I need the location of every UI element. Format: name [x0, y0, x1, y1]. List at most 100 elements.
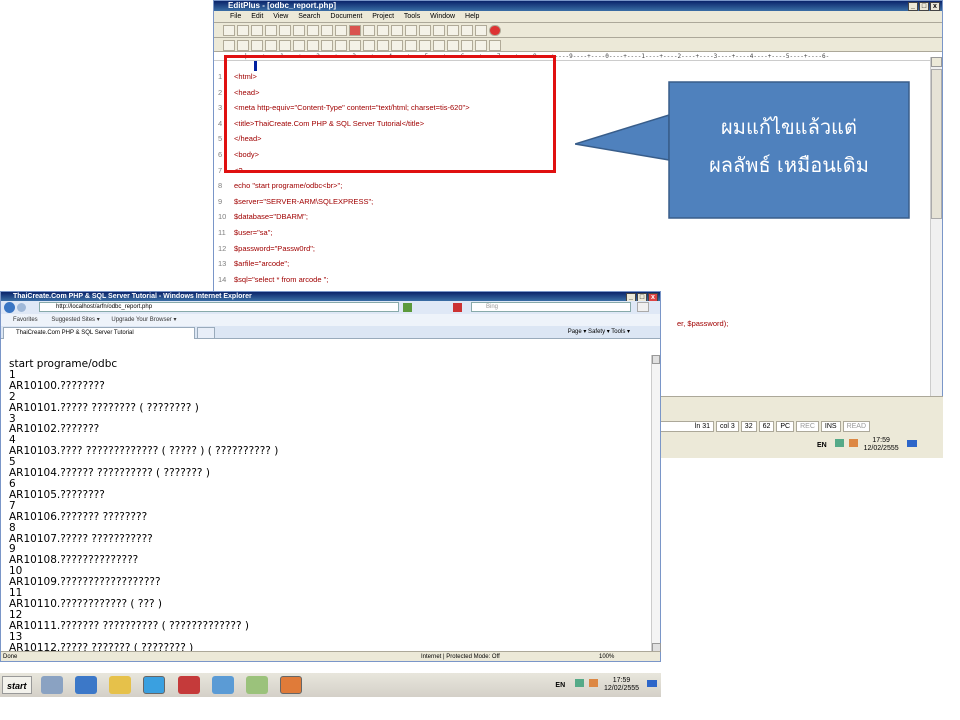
style-icon[interactable]	[461, 40, 473, 51]
menu-view[interactable]: View	[273, 13, 288, 20]
tray-network-icon[interactable]	[834, 438, 844, 447]
explorer-folder-icon[interactable]	[109, 676, 132, 694]
spellcheck-icon[interactable]	[293, 25, 305, 36]
preview-icon[interactable]	[489, 40, 501, 51]
menu-tools[interactable]: Tools	[404, 13, 420, 20]
list-icon[interactable]	[419, 40, 431, 51]
open-file-icon[interactable]	[237, 25, 249, 36]
center-icon[interactable]	[363, 40, 375, 51]
line-number: 10	[218, 212, 227, 222]
show-desktop-icon[interactable]	[906, 439, 917, 447]
network-app-icon[interactable]	[40, 676, 63, 694]
start-button[interactable]: start	[2, 676, 32, 694]
ie-title: ThaiCreate.Com PHP & SQL Server Tutorial…	[13, 293, 252, 300]
browser-icon[interactable]	[447, 25, 459, 36]
status-zone[interactable]: Internet | Protected Mode: Off	[421, 652, 500, 662]
table-icon[interactable]	[405, 40, 417, 51]
status-mode: PC	[776, 421, 795, 432]
font-icon[interactable]	[419, 25, 431, 36]
find-icon[interactable]	[391, 25, 403, 36]
menu-project[interactable]: Project	[372, 13, 394, 20]
ie-command-bar[interactable]: Page ▾ Safety ▾ Tools ▾	[568, 326, 630, 339]
script-icon[interactable]	[447, 40, 459, 51]
taskbar-tray: EN 17:59 12/02/2555	[555, 677, 657, 693]
search-icon[interactable]	[637, 302, 649, 312]
ie-vscrollbar[interactable]	[651, 355, 661, 652]
favorites-button[interactable]: Favorites	[13, 317, 38, 323]
font-tag-icon[interactable]	[279, 40, 291, 51]
paste-icon[interactable]	[335, 25, 347, 36]
editplus-task-icon[interactable]	[280, 676, 303, 694]
menu-window[interactable]: Window	[430, 13, 455, 20]
taskbar-volume-icon[interactable]	[589, 678, 599, 687]
taskbar-lang[interactable]: EN	[555, 682, 565, 689]
minimize-button[interactable]: _	[908, 2, 918, 11]
new-file-icon[interactable]	[223, 25, 235, 36]
ie-new-tab[interactable]	[197, 327, 215, 339]
suggested-sites-link[interactable]: Suggested Sites ▾	[51, 317, 99, 323]
stop-load-icon[interactable]	[453, 303, 462, 312]
tray-lang[interactable]: EN	[817, 442, 827, 449]
app-red-icon[interactable]	[177, 676, 200, 694]
image-icon[interactable]	[391, 40, 403, 51]
menu-edit[interactable]: Edit	[251, 13, 263, 20]
redo-icon[interactable]	[377, 25, 389, 36]
close-button[interactable]: x	[930, 2, 940, 11]
maximize-button[interactable]: □	[919, 2, 929, 11]
replace-icon[interactable]	[405, 25, 417, 36]
br-icon[interactable]	[307, 40, 319, 51]
tray-volume-icon[interactable]	[848, 438, 858, 447]
app-paint-icon[interactable]	[246, 676, 269, 694]
favorites-bar: Favorites Suggested Sites ▾ Upgrade Your…	[1, 314, 660, 326]
outlook-icon[interactable]	[74, 676, 97, 694]
paragraph-icon[interactable]	[321, 40, 333, 51]
internet-explorer-icon[interactable]	[143, 676, 166, 694]
save-icon[interactable]	[251, 25, 263, 36]
wordwrap-icon[interactable]	[433, 25, 445, 36]
anchor-icon[interactable]	[349, 40, 361, 51]
undo-icon[interactable]	[363, 25, 375, 36]
address-bar[interactable]: http://localhost/arfn/odbc_report.php	[39, 302, 399, 312]
status-b: 62	[758, 421, 775, 432]
html-toolbar-icon[interactable]	[223, 40, 235, 51]
zoom-level[interactable]: 100%	[599, 652, 614, 662]
menu-search[interactable]: Search	[298, 13, 320, 20]
ie-active-tab[interactable]: ThaiCreate.Com PHP & SQL Server Tutorial	[3, 327, 195, 339]
status-done: Done	[3, 654, 18, 660]
code-line: 14 $sql="select * from arcode ";	[214, 272, 914, 287]
cliptext-icon[interactable]	[461, 25, 473, 36]
taskbar-network-icon[interactable]	[575, 678, 585, 687]
underline-icon[interactable]	[265, 40, 277, 51]
heading-icon[interactable]	[335, 40, 347, 51]
line-text: $sql="select * from arcode ";	[234, 274, 329, 284]
hr-icon[interactable]	[377, 40, 389, 51]
help-icon[interactable]	[475, 25, 487, 36]
editplus-titlebar: EditPlus - [odbc_report.php]	[214, 1, 942, 11]
menu-file[interactable]: File	[230, 13, 241, 20]
back-icon[interactable]	[4, 302, 15, 313]
copy-icon[interactable]	[321, 25, 333, 36]
italic-icon[interactable]	[251, 40, 263, 51]
comment-icon[interactable]	[475, 40, 487, 51]
menu-help[interactable]: Help	[465, 13, 479, 20]
line-text: $database="DBARM";	[234, 212, 308, 222]
delete-icon[interactable]	[349, 25, 361, 36]
search-box[interactable]: Bing	[471, 302, 631, 312]
refresh-icon[interactable]	[403, 303, 412, 312]
editor-vscrollbar[interactable]	[930, 57, 942, 396]
menu-document[interactable]: Document	[330, 13, 362, 20]
taskbar-show-desktop-icon[interactable]	[647, 679, 657, 687]
print-icon[interactable]	[279, 25, 291, 36]
ie-tab-row: ThaiCreate.Com PHP & SQL Server Tutorial…	[1, 326, 660, 339]
cut-icon[interactable]	[307, 25, 319, 36]
status-rec: REC	[796, 421, 819, 432]
stop-icon[interactable]	[489, 25, 501, 36]
nbsp-icon[interactable]	[293, 40, 305, 51]
app-blue-icon[interactable]	[211, 676, 234, 694]
forward-icon[interactable]	[17, 303, 26, 312]
form-icon[interactable]	[433, 40, 445, 51]
save-all-icon[interactable]	[265, 25, 277, 36]
bold-icon[interactable]	[237, 40, 249, 51]
editplus-window-controls: _ □ x	[907, 1, 940, 11]
upgrade-browser-link[interactable]: Upgrade Your Browser ▾	[111, 317, 176, 323]
